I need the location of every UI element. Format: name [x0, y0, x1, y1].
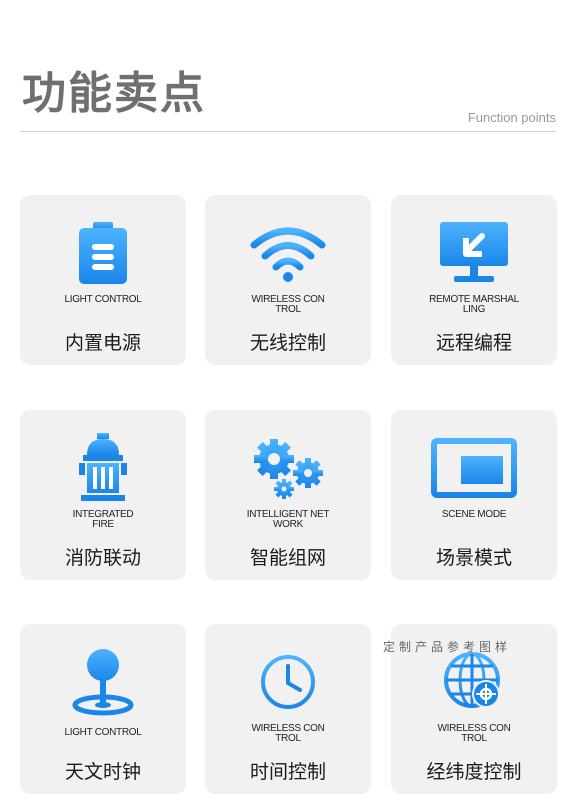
monitor-icon: [391, 217, 557, 289]
feature-cn-label: 天文时钟: [64, 761, 141, 783]
header-divider: [20, 131, 556, 132]
feature-en-label: INTEGRATED FIRE: [72, 509, 134, 530]
feature-cn-label: 内置电源: [64, 332, 141, 354]
gears-icon: [205, 432, 371, 504]
page-subtitle: Function points: [467, 110, 556, 125]
feature-card-scene-mode: SCENE MODE 场景模式: [391, 410, 557, 580]
fire-hydrant-icon: [20, 432, 186, 504]
screen-icon: [391, 432, 557, 504]
feature-cn-label: 时间控制: [249, 761, 326, 783]
feature-cn-label: 消防联动: [64, 547, 141, 569]
watermark-text: 定制产品参考图样: [383, 640, 512, 654]
clock-icon: [205, 646, 371, 718]
wifi-icon: [205, 217, 371, 289]
feature-card-wireless-control: WIRELESS CON TROL 无线控制: [205, 195, 371, 365]
feature-card-time-control: WIRELESS CON TROL 时间控制: [205, 624, 371, 794]
feature-en-label: LIGHT CONTROL: [64, 727, 142, 738]
feature-cn-label: 无线控制: [249, 332, 326, 354]
feature-card-fire-linkage: INTEGRATED FIRE 消防联动: [20, 410, 186, 580]
feature-card-remote-programming: REMOTE MARSHAL LING 远程编程: [391, 195, 557, 365]
feature-cn-label: 经纬度控制: [426, 761, 522, 783]
page-title: 功能卖点: [22, 68, 206, 119]
feature-card-smart-network: INTELLIGENT NET WORK 智能组网: [205, 410, 371, 580]
feature-en-label: WIRELESS CON TROL: [437, 723, 511, 744]
feature-card-builtin-power: LIGHT CONTROL 内置电源: [20, 195, 186, 365]
battery-icon: [20, 217, 186, 289]
joystick-icon: [20, 646, 186, 718]
feature-en-label: INTELLIGENT NET WORK: [246, 509, 330, 530]
feature-card-astronomical-clock: LIGHT CONTROL 天文时钟: [20, 624, 186, 794]
feature-en-label: WIRELESS CON TROL: [251, 723, 325, 744]
feature-en-label: LIGHT CONTROL: [64, 294, 142, 305]
feature-en-label: WIRELESS CON TROL: [251, 294, 325, 315]
feature-cn-label: 场景模式: [435, 547, 512, 569]
feature-en-label: REMOTE MARSHAL LING: [429, 294, 519, 315]
globe-icon: [391, 646, 557, 718]
feature-en-label: SCENE MODE: [441, 509, 507, 520]
feature-cn-label: 远程编程: [435, 332, 512, 354]
feature-cn-label: 智能组网: [249, 547, 326, 569]
